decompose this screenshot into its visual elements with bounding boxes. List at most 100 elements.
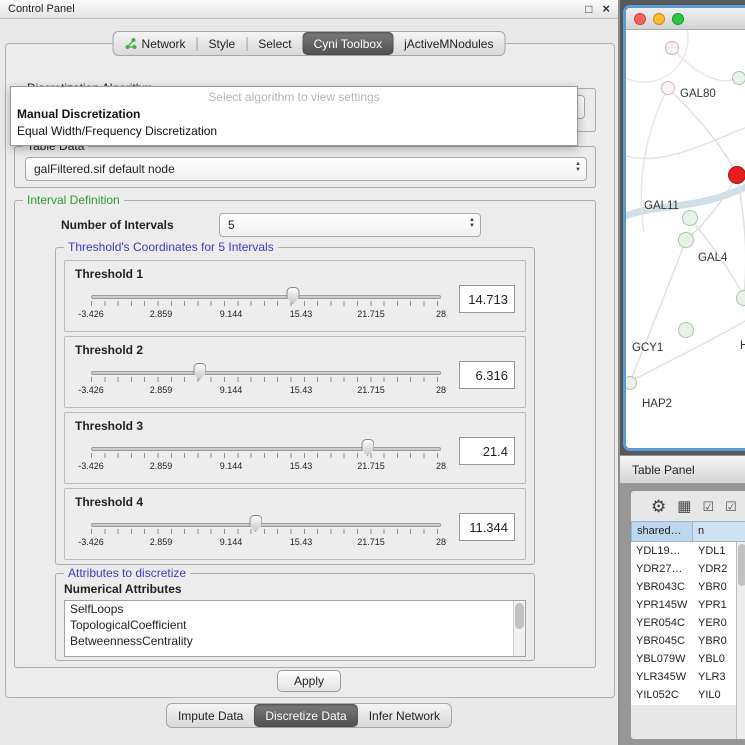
table-panel-header[interactable]: Table Panel (620, 455, 745, 484)
scale-label: 9.144 (220, 537, 243, 547)
checkbox-icon[interactable]: ☑ (725, 500, 737, 513)
slider-ticks (91, 377, 441, 382)
zoom-traffic-light-icon[interactable] (672, 13, 684, 25)
threshold-4-slider[interactable] (91, 515, 441, 535)
scale-label: 9.144 (220, 461, 243, 471)
network-node[interactable] (665, 41, 679, 55)
threshold-2-value-field[interactable]: 6.316 (459, 361, 515, 389)
scale-label: 9.144 (220, 309, 243, 319)
checkbox-icon[interactable]: ☑ (702, 500, 714, 513)
cell-shared-name: YER054C (631, 614, 693, 632)
close-icon[interactable]: × (602, 3, 610, 15)
network-window-titlebar[interactable] (626, 8, 745, 30)
threshold-4-value-field[interactable]: 11.344 (459, 513, 515, 541)
slider-scale: -3.426 2.859 9.144 15.43 21.715 28 (91, 309, 441, 321)
threshold-3-slider[interactable] (91, 439, 441, 459)
table-row[interactable]: YBR045C YBR0 (631, 632, 745, 650)
threshold-2-box: Threshold 2 -3.426 2.859 9.144 15.43 21.… (64, 336, 526, 408)
dropdown-option-manual-discretization[interactable]: Manual Discretization (11, 106, 577, 123)
scrollbar-thumb[interactable] (515, 603, 524, 629)
network-canvas[interactable]: GAL80 GAL11 GAL4 GCY1 HAP2 H (626, 30, 745, 448)
scale-label: 2.859 (150, 537, 173, 547)
scale-label: -3.426 (78, 537, 104, 547)
cell-shared-name: YBR045C (631, 632, 693, 650)
tab-infer-network[interactable]: Infer Network (358, 704, 451, 727)
table-header-row: shared… n (631, 521, 745, 542)
tab-cyni-toolbox-label: Cyni Toolbox (314, 37, 382, 51)
list-scrollbar[interactable] (513, 601, 525, 656)
threshold-3-box: Threshold 3 -3.426 2.859 9.144 15.43 21.… (64, 412, 526, 484)
table-row[interactable]: YDR27… YDR2 (631, 560, 745, 578)
scale-label: 15.43 (290, 461, 313, 471)
tab-network-label: Network (142, 37, 186, 51)
list-item[interactable]: SelfLoops (65, 601, 525, 617)
network-node[interactable] (678, 322, 694, 338)
threshold-4-box: Threshold 4 -3.426 2.859 9.144 15.43 21.… (64, 488, 526, 560)
apply-button[interactable]: Apply (277, 670, 341, 692)
number-of-intervals-combo[interactable]: 5 ▲▼ (219, 213, 481, 237)
cell-shared-name: YBL079W (631, 650, 693, 668)
scale-label: 21.715 (357, 461, 385, 471)
scale-label: 2.859 (150, 385, 173, 395)
table-row[interactable]: YIL052C YIL0 (631, 686, 745, 704)
network-node[interactable] (678, 232, 694, 248)
threshold-2-slider[interactable] (91, 363, 441, 383)
scale-label: -3.426 (78, 385, 104, 395)
table-row[interactable]: YLR345W YLR3 (631, 668, 745, 686)
number-of-intervals-label: Number of Intervals (61, 218, 174, 232)
table-scrollbar[interactable] (736, 542, 745, 739)
cell-shared-name: YBR043C (631, 578, 693, 596)
tab-jactivemnodules[interactable]: jActiveMNodules (393, 32, 504, 55)
list-item[interactable]: BetweennessCentrality (65, 633, 525, 649)
slider-scale: -3.426 2.859 9.144 15.43 21.715 28 (91, 537, 441, 549)
network-node[interactable] (661, 81, 675, 95)
threshold-3-value-field[interactable]: 21.4 (459, 437, 515, 465)
tab-impute-data-label: Impute Data (178, 709, 243, 723)
table-toolbar: ⚙ ▦ ☑ ☑ (631, 491, 745, 521)
scale-label: 28 (436, 309, 446, 319)
slider-track (91, 447, 441, 451)
cell-shared-name: YDR27… (631, 560, 693, 578)
dropdown-option-equal-width-frequency[interactable]: Equal Width/Frequency Discretization (11, 123, 577, 140)
gear-icon[interactable]: ⚙ (651, 498, 666, 515)
network-node[interactable] (732, 71, 745, 85)
threshold-1-value-field[interactable]: 14.713 (459, 285, 515, 313)
tab-discretize-data[interactable]: Discretize Data (254, 704, 357, 727)
list-item[interactable]: TopologicalCoefficient (65, 617, 525, 633)
column-header-shared-name[interactable]: shared… (631, 521, 693, 542)
threshold-1-slider[interactable] (91, 287, 441, 307)
scale-label: -3.426 (78, 461, 104, 471)
slider-track (91, 523, 441, 527)
column-header-name[interactable]: n (693, 521, 745, 542)
close-traffic-light-icon[interactable] (634, 13, 646, 25)
scale-label: 28 (436, 385, 446, 395)
table-row[interactable]: YBR043C YBR0 (631, 578, 745, 596)
tab-style[interactable]: Style (198, 32, 247, 55)
network-node[interactable] (682, 210, 698, 226)
minimize-traffic-light-icon[interactable] (653, 13, 665, 25)
scale-label: 15.43 (290, 309, 313, 319)
table-data-group: Table Data galFiltered.sif default node … (14, 146, 596, 188)
columns-icon[interactable]: ▦ (677, 499, 691, 514)
tab-network[interactable]: Network (114, 32, 197, 55)
tab-cyni-toolbox[interactable]: Cyni Toolbox (303, 32, 393, 55)
interval-definition-group-title: Interval Definition (23, 193, 124, 207)
attributes-list[interactable]: SelfLoops TopologicalCoefficient Between… (64, 600, 526, 657)
tab-select[interactable]: Select (247, 32, 302, 55)
slider-ticks (91, 529, 441, 534)
network-icon (125, 37, 138, 50)
table-row[interactable]: YPR145W YPR1 (631, 596, 745, 614)
table-row[interactable]: YER054C YER0 (631, 614, 745, 632)
tab-impute-data[interactable]: Impute Data (167, 704, 254, 727)
float-window-icon[interactable]: □ (585, 3, 592, 15)
scale-label: 21.715 (357, 309, 385, 319)
dropdown-hint: Select algorithm to view settings (11, 87, 577, 106)
slider-track (91, 295, 441, 299)
table-row[interactable]: YDL19… YDL1 (631, 542, 745, 560)
scrollbar-thumb[interactable] (738, 544, 745, 586)
network-node-selected[interactable] (728, 166, 745, 184)
table-row[interactable]: YBL079W YBL0 (631, 650, 745, 668)
network-node[interactable] (736, 290, 745, 306)
table-data-combo[interactable]: galFiltered.sif default node ▲▼ (25, 157, 587, 181)
scale-label: 15.43 (290, 537, 313, 547)
